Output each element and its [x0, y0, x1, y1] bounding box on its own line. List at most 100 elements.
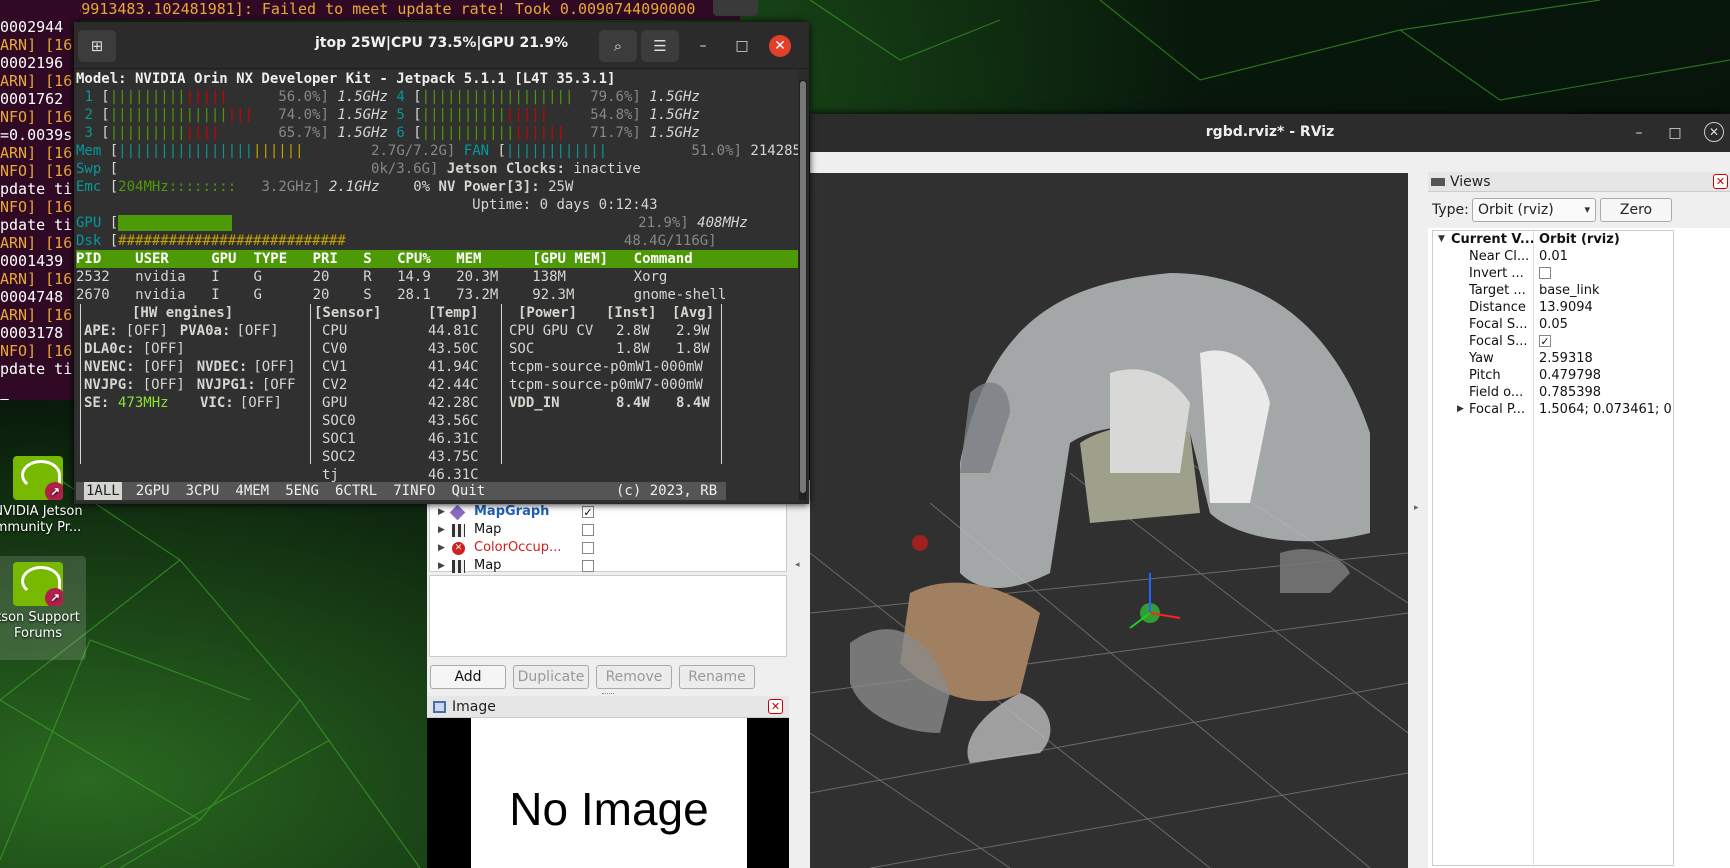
footer-tab-quit[interactable]: Quit [450, 482, 488, 500]
property-checkbox[interactable]: ✓ [1539, 335, 1551, 347]
property-row[interactable]: Field o... 0.785398 [1433, 384, 1673, 401]
property-row[interactable]: ▶ Focal P... 1.5064; 0.073461; 0.... [1433, 401, 1673, 418]
footer-tab-info[interactable]: 7INFO [391, 482, 437, 500]
power-rail-name: tcpm-source-p0mW1-000mW [509, 359, 703, 375]
process-row[interactable]: 2670 nvidia I G 20 S 28.1 73.2M 92.3M gnome-shell [76, 286, 798, 304]
rviz-titlebar[interactable]: rgbd.rviz* - RViz – □ ✕ [810, 114, 1730, 152]
emc-bar: 204MHz:::::::: [118, 179, 237, 195]
property-name: Distance [1469, 300, 1526, 315]
views-close-icon[interactable]: ✕ [1713, 174, 1728, 189]
property-row[interactable]: Focal S... ✓ [1433, 333, 1673, 350]
rename-display-button[interactable]: Rename [679, 665, 755, 689]
background-terminal-button[interactable] [713, 0, 758, 16]
expand-arrow-icon[interactable]: ▶ [438, 539, 445, 557]
process-row[interactable]: 2532 nvidia I G 20 R 14.9 20.3M 138M Xorg [76, 268, 798, 286]
expand-arrow-icon[interactable]: ▶ [438, 521, 445, 539]
rviz-window-title: rgbd.rviz* - RViz [1205, 124, 1335, 140]
property-row[interactable]: Focal S... 0.05 [1433, 316, 1673, 333]
display-row[interactable]: ▶ ✕ ColorOccup... [430, 539, 786, 557]
left-dock-splitter[interactable]: ◂ [789, 480, 810, 868]
mem-value: 2.7G/7.2G] [371, 143, 456, 159]
expand-arrow-icon[interactable]: ▶ [438, 557, 445, 575]
views-zero-button[interactable]: Zero [1600, 198, 1672, 222]
jtop-terminal-window[interactable]: ⊞ jtop 25W|CPU 73.5%|GPU 21.9% ⌕ ☰ – □ ✕… [74, 22, 809, 504]
property-value[interactable]: 0.479798 [1539, 368, 1601, 383]
duplicate-display-button[interactable]: Duplicate [513, 665, 589, 689]
footer-tab-ctrl[interactable]: 6CTRL [333, 482, 379, 500]
property-value[interactable]: 0.05 [1539, 317, 1568, 332]
collapse-arrow-icon[interactable]: ▼ [1438, 231, 1445, 248]
rviz-window[interactable]: rgbd.rviz* - RViz – □ ✕ ▸ Views ✕ Type: … [810, 114, 1730, 868]
process-cell: I [211, 269, 220, 285]
power-title: [Power] [518, 305, 578, 321]
property-row[interactable]: Near Cl... 0.01 [1433, 248, 1673, 265]
property-row[interactable]: Distance 13.9094 [1433, 299, 1673, 316]
add-display-button[interactable]: Add [430, 665, 506, 689]
footer-tab-eng[interactable]: 5ENG [283, 482, 321, 500]
footer-tab-all[interactable]: 1ALL [84, 482, 122, 500]
property-row[interactable]: ▼ Current V... Orbit (rviz) [1433, 231, 1673, 248]
jtop-minimize-icon[interactable]: – [692, 35, 714, 57]
views-property-tree[interactable]: ▼ Current V... Orbit (rviz) Near Cl... 0.01 I… [1432, 230, 1674, 866]
property-value[interactable]: 1.5064; 0.073461; 0.... [1539, 402, 1673, 417]
sensor-temp: 41.94C [428, 359, 479, 375]
jtop-terminal-content[interactable]: Model: NVIDIA Orin NX Developer Kit - Je… [76, 70, 798, 502]
footer-tab-gpu[interactable]: 2GPU [134, 482, 172, 500]
views-type-row: Type: Orbit (rviz) Zero [1428, 192, 1730, 228]
image-panel-header: Image ✕ [427, 696, 789, 718]
display-enable-checkbox[interactable] [582, 524, 594, 536]
property-row[interactable]: Invert ... [1433, 265, 1673, 282]
scrollbar-thumb[interactable] [800, 81, 806, 493]
property-name: Current V... [1451, 232, 1533, 247]
property-row[interactable]: Yaw 2.59318 [1433, 350, 1673, 367]
jtop-close-icon[interactable]: ✕ [769, 35, 791, 57]
background-terminal-line: ARN] [16 [0, 270, 73, 288]
display-row[interactable]: ▶ MapGraph ✓ [430, 503, 786, 521]
process-cell: 14.9 [397, 269, 431, 285]
desktop-icon-jetson-support-forums[interactable]: ↗ tson Support Forums [0, 556, 86, 660]
display-enable-checkbox[interactable] [582, 542, 594, 554]
hw-engine-name: VIC: [200, 395, 234, 411]
point-cloud-scene [810, 273, 1408, 868]
display-row[interactable]: ▶ Map [430, 557, 786, 575]
footer-tab-cpu[interactable]: 3CPU [184, 482, 222, 500]
background-terminal-line: ARN] [16 [0, 144, 73, 162]
property-row[interactable]: Pitch 0.479798 [1433, 367, 1673, 384]
property-value[interactable]: base_link [1539, 283, 1599, 298]
jtop-scrollbar[interactable] [799, 80, 807, 500]
rviz-minimize-icon[interactable]: – [1628, 122, 1650, 144]
sensor-name: CPU [322, 323, 348, 339]
desktop-icon-label: mmunity Pr... [0, 520, 82, 535]
search-icon[interactable]: ⌕ [599, 30, 637, 62]
hamburger-menu-icon[interactable]: ☰ [641, 30, 679, 62]
footer-tab-mem[interactable]: 4MEM [233, 482, 271, 500]
power-rail-name: tcpm-source-p0mW7-000mW [509, 377, 703, 393]
displays-panel: ▶MapGraph✓▶Map▶✕ColorOccup...▶Map▶DepthC… [427, 480, 789, 868]
render-splitter[interactable]: ▸ [1408, 173, 1428, 868]
property-row[interactable]: Target ... base_link [1433, 282, 1673, 299]
property-value[interactable]: 2.59318 [1539, 351, 1593, 366]
background-terminal[interactable]: 0002944 ARN] [16 0002196 ARN] [16 0001762 NFO… [0, 0, 80, 400]
property-checkbox[interactable] [1539, 267, 1551, 279]
property-value[interactable]: 0.01 [1539, 249, 1568, 264]
shortcut-arrow-icon: ↗ [45, 482, 63, 500]
displays-buttons: Add Duplicate Remove Rename [427, 661, 789, 691]
terminal-row: Swp [ 0k/3.6G] Jetson Clocks: inactive [76, 161, 641, 177]
display-row[interactable]: ▶ Map [430, 521, 786, 539]
property-value[interactable]: 13.9094 [1539, 300, 1593, 315]
remove-display-button[interactable]: Remove [596, 665, 672, 689]
display-enable-checkbox[interactable] [582, 560, 594, 572]
views-type-select[interactable]: Orbit (rviz) [1472, 198, 1596, 222]
rviz-close-icon[interactable]: ✕ [1704, 122, 1724, 142]
jtop-titlebar[interactable]: ⊞ jtop 25W|CPU 73.5%|GPU 21.9% ⌕ ☰ – □ ✕ [74, 22, 809, 69]
property-value[interactable]: 0.785398 [1539, 385, 1601, 400]
no-image-text: No Image [471, 718, 747, 868]
display-name: ColorOccup... [474, 540, 562, 555]
rviz-maximize-icon[interactable]: □ [1664, 122, 1686, 144]
expand-arrow-icon[interactable]: ▶ [1457, 401, 1464, 418]
rviz-3d-render-view[interactable] [810, 173, 1408, 868]
display-enable-checkbox[interactable]: ✓ [582, 506, 594, 518]
expand-arrow-icon[interactable]: ▶ [438, 503, 445, 521]
image-panel-close-icon[interactable]: ✕ [768, 699, 783, 714]
jtop-maximize-icon[interactable]: □ [731, 35, 753, 57]
